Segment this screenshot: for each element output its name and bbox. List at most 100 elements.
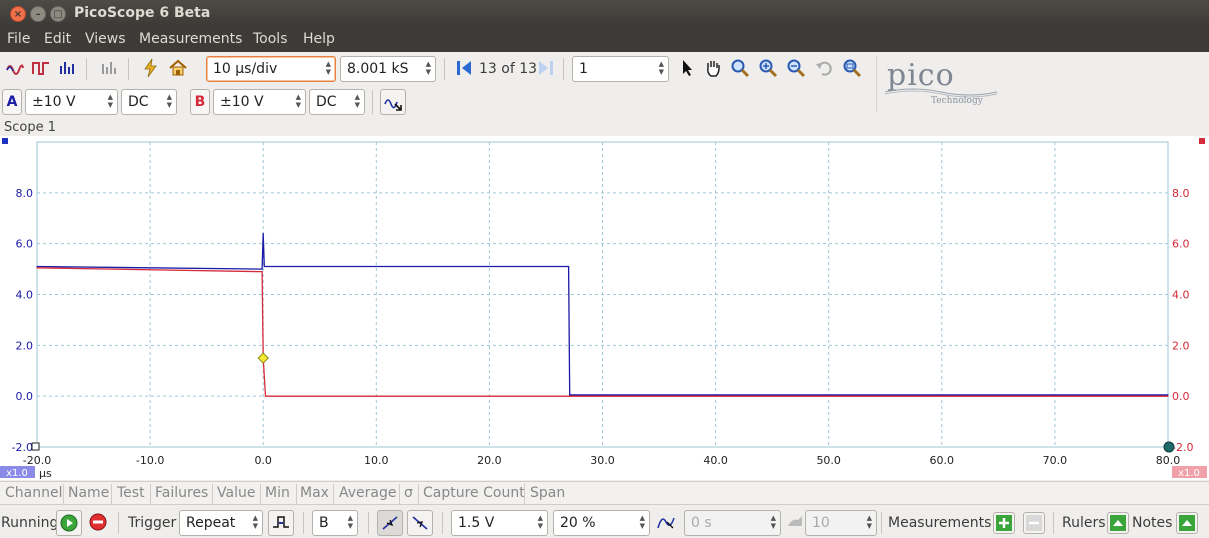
spin-arrows-icon: ▲ ▼ xyxy=(658,60,664,76)
trigger-label: Trigger xyxy=(128,515,177,531)
pointer-tool-icon[interactable] xyxy=(676,58,698,80)
channel-b-coupling-select[interactable]: DC ▲ ▼ xyxy=(309,89,365,115)
scope-view[interactable]: 8.0 6.0 4.0 2.0 0.0 -2.0 8.0 6.0 4.0 2.0 0.0 -2.0 -2… xyxy=(0,136,1209,480)
column-min[interactable]: Min xyxy=(265,485,290,501)
post-trigger-delay-icon[interactable] xyxy=(655,510,681,536)
trigger-mode-select[interactable]: Repeat ▲ ▼ xyxy=(179,510,263,536)
bottom-toolbar: Running Trigger Repeat ▲ ▼ B ▲ ▼ 1.5 V ▲… xyxy=(0,506,1209,538)
trigger-count-input[interactable]: 10 ▲ ▼ xyxy=(805,510,877,536)
menu-tools[interactable]: Tools xyxy=(253,31,288,47)
status-running: Running xyxy=(1,515,59,531)
spectrum-mode-icon[interactable] xyxy=(56,58,78,80)
zoom-value-input[interactable]: 1 ▲ ▼ xyxy=(572,56,669,82)
remove-icon xyxy=(1026,515,1042,531)
zoom-region-icon[interactable] xyxy=(729,58,751,80)
column-capture-count[interactable]: Capture Count xyxy=(423,485,525,501)
stop-button[interactable] xyxy=(86,510,112,536)
ruler-handle[interactable] xyxy=(31,442,40,451)
previous-buffer-icon[interactable] xyxy=(453,58,475,80)
channel-b-point xyxy=(264,395,267,397)
channel-a-range-select[interactable]: ±10 V ▲ ▼ xyxy=(25,89,118,115)
channel-b-button[interactable]: B xyxy=(190,89,210,115)
menu-edit[interactable]: Edit xyxy=(44,31,71,47)
column-average[interactable]: Average xyxy=(339,485,397,501)
scope-plot[interactable]: 8.06.04.02.00.0-2.08.06.04.02.00.0-2.0-2… xyxy=(0,136,1209,480)
zoom-in-icon[interactable] xyxy=(757,58,779,80)
next-buffer-icon[interactable] xyxy=(535,58,557,80)
column-test[interactable]: Test xyxy=(117,485,145,501)
window-title: PicoScope 6 Beta xyxy=(74,5,211,21)
channel-options-icon xyxy=(384,99,402,111)
y-tick-label-left: 8.0 xyxy=(16,187,34,200)
channel-a-marker[interactable] xyxy=(2,138,8,144)
remove-measurement-button[interactable] xyxy=(1023,512,1045,534)
channel-toolbar: A ±10 V ▲ ▼ DC ▲ ▼ B ±10 V ▲ ▼ DC ▲ ▼ xyxy=(0,86,1209,118)
channel-b-point xyxy=(567,395,570,397)
main-toolbar: 10 µs/div ▲ ▼ 8.001 kS ▲ ▼ 13 of 13 1 ▲ ▼ xyxy=(0,52,1209,86)
menu-file[interactable]: File xyxy=(7,31,30,47)
start-button[interactable] xyxy=(56,510,82,536)
rising-edge-button[interactable] xyxy=(377,510,403,536)
persistence-mode-icon[interactable] xyxy=(30,58,52,80)
auto-setup-icon[interactable] xyxy=(140,58,162,80)
y-tick-label-right: 2.0 xyxy=(1172,339,1190,352)
samples-select[interactable]: 8.001 kS ▲ ▼ xyxy=(340,56,436,82)
scope-mode-icon[interactable] xyxy=(4,58,26,80)
channel-b-point xyxy=(256,271,259,273)
minimize-window-button[interactable]: – xyxy=(30,6,46,22)
undo-zoom-icon[interactable] xyxy=(813,58,835,80)
home-icon[interactable] xyxy=(167,58,189,80)
channel-a-coupling: DC xyxy=(128,94,149,110)
column-channel[interactable]: Channel xyxy=(5,485,62,501)
signal-generator-icon[interactable] xyxy=(98,58,120,80)
channel-a-button[interactable]: A xyxy=(2,89,22,115)
menu-help[interactable]: Help xyxy=(303,31,335,47)
column-span[interactable]: Span xyxy=(530,485,565,501)
trigger-source-select[interactable]: B ▲ ▼ xyxy=(312,510,358,536)
menu-views[interactable]: Views xyxy=(85,31,126,47)
spin-arrows-icon: ▲ ▼ xyxy=(252,514,258,530)
channel-a-point xyxy=(1167,394,1169,396)
falling-edge-button[interactable] xyxy=(407,510,433,536)
column-sigma[interactable]: σ xyxy=(404,485,413,501)
channel-a-coupling-select[interactable]: DC ▲ ▼ xyxy=(121,89,177,115)
x-tick-label: 40.0 xyxy=(703,454,728,467)
notes-toggle-button[interactable] xyxy=(1176,512,1198,534)
y-tick-label-left: 4.0 xyxy=(16,289,34,302)
hand-tool-icon[interactable] xyxy=(702,58,724,80)
close-window-button[interactable]: × xyxy=(10,6,26,22)
channel-options-button[interactable] xyxy=(380,89,406,115)
column-name[interactable]: Name xyxy=(68,485,109,501)
column-value[interactable]: Value xyxy=(217,485,255,501)
column-max[interactable]: Max xyxy=(300,485,329,501)
threshold-value: 1.5 V xyxy=(458,515,495,531)
menu-bar: File Edit Views Measurements Tools Help xyxy=(0,28,1209,52)
timebase-select[interactable]: 10 µs/div ▲ ▼ xyxy=(206,56,336,82)
delay-value: 0 s xyxy=(691,515,712,531)
channel-b-range-select[interactable]: ±10 V ▲ ▼ xyxy=(213,89,306,115)
pretrigger-input[interactable]: 20 % ▲ ▼ xyxy=(553,510,650,536)
post-trigger-delay-input[interactable]: 0 s ▲ ▼ xyxy=(684,510,781,536)
spin-arrows-icon: ▲ ▼ xyxy=(166,93,172,109)
menu-measurements[interactable]: Measurements xyxy=(139,31,242,47)
rulers-toggle-button[interactable] xyxy=(1107,512,1129,534)
advanced-trigger-icon xyxy=(273,516,289,528)
channel-a-point xyxy=(261,268,263,270)
column-failures[interactable]: Failures xyxy=(155,485,208,501)
trigger-threshold-input[interactable]: 1.5 V ▲ ▼ xyxy=(451,510,548,536)
y-tick-label-left: 2.0 xyxy=(16,339,34,352)
scope-view-tab[interactable]: Scope 1 xyxy=(4,120,56,135)
channel-b-coupling: DC xyxy=(316,94,337,110)
channel-b-marker[interactable] xyxy=(1199,138,1205,144)
advanced-trigger-button[interactable] xyxy=(268,510,294,536)
channel-a-point xyxy=(262,232,264,235)
pretrigger-value: 20 % xyxy=(560,515,596,531)
add-measurement-button[interactable] xyxy=(993,512,1015,534)
count-value: 10 xyxy=(812,515,830,531)
time-ruler-handle[interactable] xyxy=(1163,441,1175,453)
maximize-window-button[interactable]: □ xyxy=(50,6,66,22)
zoom-out-icon[interactable] xyxy=(785,58,807,80)
zoom-to-fit-icon[interactable] xyxy=(841,58,863,80)
channel-a-point xyxy=(567,265,570,268)
trigger-marker[interactable] xyxy=(257,352,269,364)
